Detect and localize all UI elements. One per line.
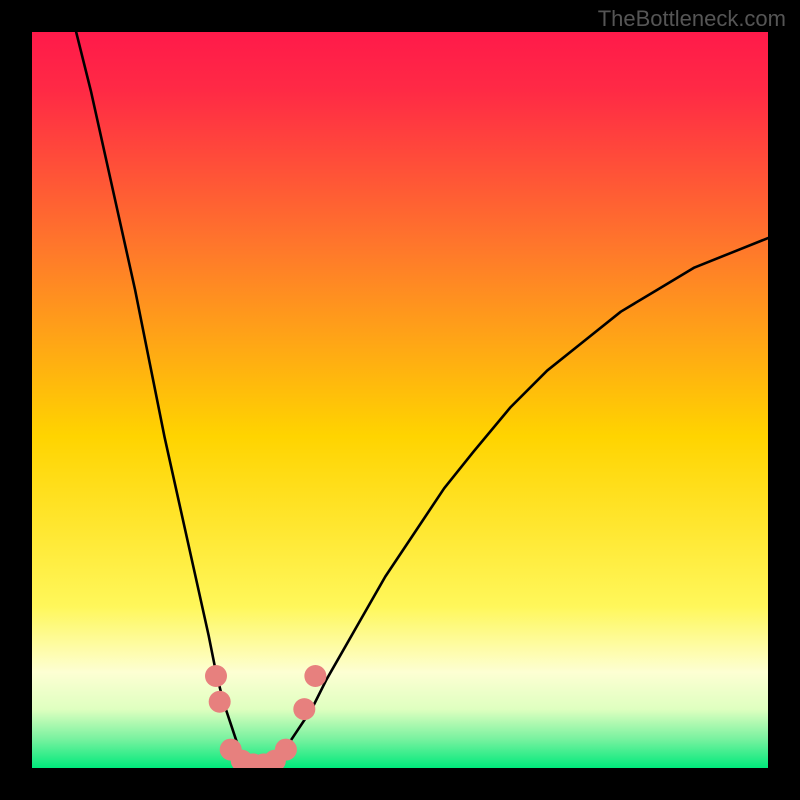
plot-background: [32, 32, 768, 768]
marker-point: [293, 698, 315, 720]
plot-svg: [32, 32, 768, 768]
marker-point: [275, 739, 297, 761]
marker-point: [209, 691, 231, 713]
plot-frame: [32, 32, 768, 768]
attribution-label: TheBottleneck.com: [598, 6, 786, 32]
marker-point: [304, 665, 326, 687]
marker-point: [205, 665, 227, 687]
